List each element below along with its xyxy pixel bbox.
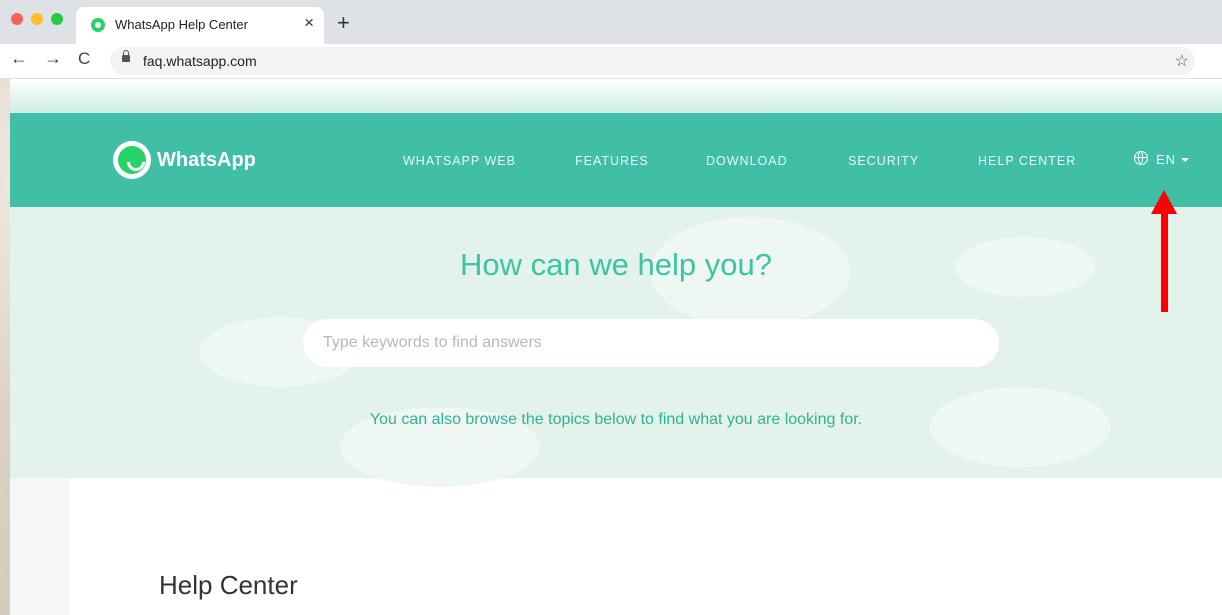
language-label: EN [1156, 152, 1177, 167]
bookmark-star-icon[interactable]: ☆ [1175, 51, 1189, 71]
caret-down-icon [1181, 158, 1189, 162]
lock-icon[interactable] [122, 50, 130, 62]
forward-arrow-icon[interactable]: → [44, 49, 62, 67]
nav-features[interactable]: FEATURES [575, 154, 649, 168]
tab-close-icon[interactable]: × [304, 14, 314, 31]
site-header: WhatsApp WHATSAPP WEB FEATURES DOWNLOAD … [10, 113, 1222, 207]
nav-download[interactable]: DOWNLOAD [706, 154, 788, 168]
url-text[interactable]: faq.whatsapp.com [143, 53, 257, 69]
page-top-fade [10, 79, 1222, 113]
red-arrow-annotation-shaft [1161, 209, 1168, 312]
minimize-window-button[interactable] [31, 13, 43, 25]
browser-toolbar: ← → C faq.whatsapp.com ☆ [0, 44, 1222, 79]
tab-whatsapp-help-center[interactable]: WhatsApp Help Center × [76, 7, 324, 44]
nav-help-center[interactable]: HELP CENTER [978, 154, 1076, 168]
new-tab-button[interactable]: + [337, 12, 350, 34]
globe-icon [1134, 151, 1148, 165]
nav-security[interactable]: SECURITY [848, 154, 919, 168]
whatsapp-favicon-icon [91, 18, 105, 32]
reload-icon[interactable]: C [78, 50, 90, 67]
back-arrow-icon[interactable]: ← [10, 49, 28, 67]
hero-section: How can we help you? You can also browse… [10, 207, 1222, 487]
help-center-heading: Help Center [159, 570, 298, 600]
tab-strip: WhatsApp Help Center × + [0, 0, 1222, 44]
web-page: WhatsApp WHATSAPP WEB FEATURES DOWNLOAD … [10, 79, 1222, 615]
browser-window: WhatsApp Help Center × + ← → C faq.whats… [0, 0, 1222, 615]
search-input[interactable] [303, 319, 999, 367]
maximize-window-button[interactable] [51, 13, 63, 25]
sidebar-strip [10, 478, 69, 615]
hero-title: How can we help you? [460, 247, 772, 282]
close-window-button[interactable] [11, 13, 23, 25]
brand-name[interactable]: WhatsApp [157, 149, 256, 172]
nav-whatsapp-web[interactable]: WHATSAPP WEB [403, 154, 516, 168]
address-bar[interactable]: faq.whatsapp.com ☆ [110, 47, 1195, 75]
tab-title: WhatsApp Help Center [115, 17, 248, 32]
hero-subtitle: You can also browse the topics below to … [369, 411, 863, 428]
